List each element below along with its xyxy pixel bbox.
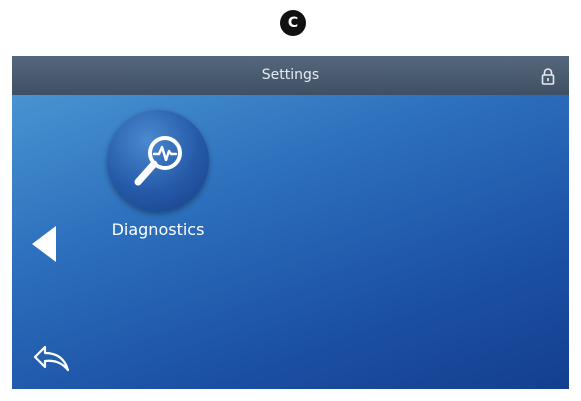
- diagnostics-tile[interactable]: Diagnostics: [98, 110, 218, 250]
- page-title: Settings: [261, 67, 320, 83]
- diagnostics-magnifier-icon: [134, 136, 182, 186]
- diagnostics-button[interactable]: [107, 110, 209, 212]
- page: C Settings Diagnostics: [0, 0, 581, 401]
- figure-marker: C: [280, 10, 306, 36]
- figure-marker-label: C: [287, 15, 299, 31]
- header-bar: Settings: [12, 56, 569, 95]
- settings-screen: Settings Diagnostics: [12, 56, 569, 389]
- left-arrow-icon[interactable]: [30, 224, 58, 264]
- diagnostics-label: Diagnostics: [111, 220, 205, 239]
- return-arrow-icon[interactable]: [32, 343, 72, 373]
- lock-icon[interactable]: [540, 67, 556, 85]
